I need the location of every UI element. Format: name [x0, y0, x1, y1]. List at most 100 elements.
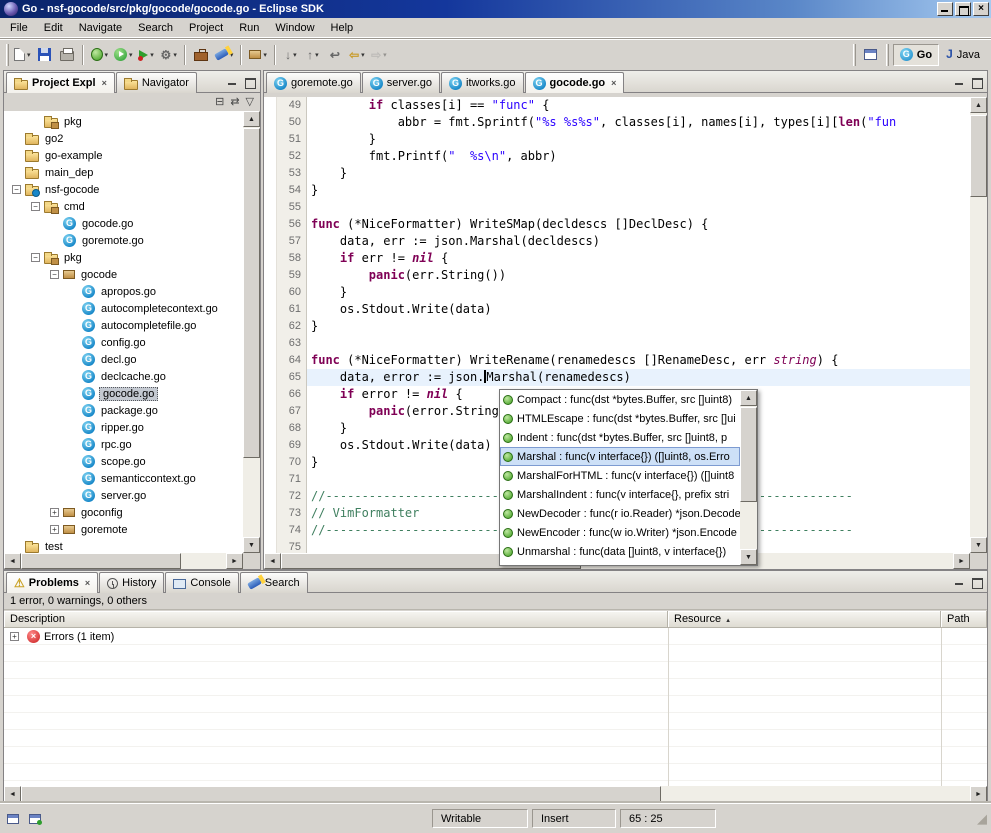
save-button[interactable]: [34, 43, 56, 67]
maximize-view-button[interactable]: [969, 575, 984, 588]
code-line[interactable]: 54}: [277, 182, 970, 199]
link-with-editor-icon[interactable]: ⇄: [230, 95, 239, 109]
completion-item[interactable]: MarshalForHTML : func(v interface{}) ([]…: [500, 466, 740, 485]
dropdown-arrow-icon[interactable]: ▾: [293, 51, 297, 59]
view-menu-icon[interactable]: ▽: [246, 95, 254, 109]
toolbar-drag-handle[interactable]: [6, 44, 9, 66]
tree-item-go2[interactable]: go2: [4, 130, 244, 147]
toolbox-button[interactable]: [190, 43, 212, 67]
collapse-all-icon[interactable]: ⊟: [215, 95, 224, 109]
code-line[interactable]: 62}: [277, 318, 970, 335]
code-line[interactable]: 49 if classes[i] == "func" {: [277, 97, 970, 114]
minimize-button[interactable]: [937, 2, 953, 16]
view-tab-console[interactable]: Console: [165, 572, 238, 593]
next-annotation-button[interactable]: ↓▾: [280, 43, 302, 67]
menu-navigate[interactable]: Navigate: [71, 20, 130, 36]
tree-item-ripper-go[interactable]: Gripper.go: [4, 419, 244, 436]
tree-item-main-dep[interactable]: main_dep: [4, 164, 244, 181]
scroll-left-icon[interactable]: [4, 553, 21, 569]
resize-grip[interactable]: ◢: [977, 812, 987, 825]
tree-item-goconfig[interactable]: +goconfig: [4, 504, 244, 521]
dropdown-arrow-icon[interactable]: ▾: [173, 51, 177, 59]
completion-item[interactable]: Unmarshal : func(data []uint8, v interfa…: [500, 542, 740, 561]
view-tab-project-expl[interactable]: Project Expl: [6, 72, 115, 93]
completion-item[interactable]: MarshalIndent : func(v interface{}, pref…: [500, 485, 740, 504]
editor-tab-server-go[interactable]: Gserver.go: [362, 72, 440, 93]
editor-tab-itworks-go[interactable]: Gitworks.go: [441, 72, 524, 93]
dropdown-arrow-icon[interactable]: ▾: [129, 51, 133, 59]
code-line[interactable]: 61 os.Stdout.Write(data): [277, 301, 970, 318]
scroll-left-icon[interactable]: [264, 553, 281, 569]
tree-item-go-example[interactable]: go-example: [4, 147, 244, 164]
editor-tab-goremote-go[interactable]: Ggoremote.go: [266, 72, 361, 93]
expand-icon[interactable]: +: [10, 632, 23, 641]
code-line[interactable]: 63: [277, 335, 970, 352]
menu-window[interactable]: Window: [267, 20, 322, 36]
view-tab-problems[interactable]: ⚠Problems: [6, 572, 98, 593]
dropdown-arrow-icon[interactable]: ▾: [263, 51, 267, 59]
tree-item-gocode-go[interactable]: Ggocode.go: [4, 215, 244, 232]
tree-item-goremote[interactable]: +goremote: [4, 521, 244, 538]
completion-item[interactable]: Compact : func(dst *bytes.Buffer, src []…: [500, 390, 740, 409]
fast-view-button[interactable]: [4, 811, 22, 827]
search-button[interactable]: ▾: [212, 43, 237, 67]
close-icon[interactable]: [611, 78, 616, 88]
minimize-view-button[interactable]: [225, 75, 240, 88]
menu-file[interactable]: File: [2, 20, 36, 36]
external-tools-button[interactable]: ⚙▾: [158, 43, 180, 67]
tree-item-apropos-go[interactable]: Gapropos.go: [4, 283, 244, 300]
dropdown-arrow-icon[interactable]: ▾: [150, 51, 154, 59]
expand-icon[interactable]: +: [50, 508, 63, 517]
code-line[interactable]: 50 abbr = fmt.Sprintf("%s %s%s", classes…: [277, 114, 970, 131]
scroll-right-icon[interactable]: [226, 553, 243, 569]
code-line[interactable]: 64func (*NiceFormatter) WriteRename(rena…: [277, 352, 970, 369]
tree-item-gocode-go[interactable]: Ggocode.go: [4, 385, 244, 402]
code-line[interactable]: 51 }: [277, 131, 970, 148]
maximize-view-button[interactable]: [242, 75, 257, 88]
scroll-down-icon[interactable]: [243, 537, 260, 553]
dropdown-arrow-icon[interactable]: ▾: [105, 51, 109, 59]
perspective-go[interactable]: GGo: [893, 44, 939, 66]
collapse-icon[interactable]: −: [50, 270, 63, 279]
completion-item[interactable]: HTMLEscape : func(dst *bytes.Buffer, src…: [500, 409, 740, 428]
editor-scroll-thumb[interactable]: [970, 115, 987, 197]
open-perspective-button[interactable]: [860, 43, 882, 67]
code-line[interactable]: 59 panic(err.String()): [277, 267, 970, 284]
completion-item[interactable]: NewDecoder : func(r io.Reader) *json.Dec…: [500, 504, 740, 523]
minimize-view-button[interactable]: [952, 575, 967, 588]
code-line[interactable]: 60 }: [277, 284, 970, 301]
debug-button[interactable]: ▾: [88, 43, 112, 67]
tree-item-gocode[interactable]: −gocode: [4, 266, 244, 283]
problems-row[interactable]: +×Errors (1 item): [4, 628, 987, 645]
tree-item-config-go[interactable]: Gconfig.go: [4, 334, 244, 351]
scroll-left-icon[interactable]: [4, 786, 21, 802]
tree-item-rpc-go[interactable]: Grpc.go: [4, 436, 244, 453]
view-tab-navigator[interactable]: Navigator: [116, 72, 197, 93]
view-tab-search[interactable]: Search: [240, 572, 308, 593]
minimize-view-button[interactable]: [952, 75, 967, 88]
dropdown-arrow-icon[interactable]: ▾: [27, 51, 31, 59]
menu-run[interactable]: Run: [231, 20, 267, 36]
code-line[interactable]: 57 data, err := json.Marshal(decldescs): [277, 233, 970, 250]
forward-button[interactable]: ⇨▾: [368, 43, 390, 67]
code-line[interactable]: 56func (*NiceFormatter) WriteSMap(declde…: [277, 216, 970, 233]
tree-item-nsf-gocode[interactable]: −nsf-gocode: [4, 181, 244, 198]
dropdown-arrow-icon[interactable]: ▾: [383, 51, 387, 59]
explorer-vertical-scrollbar[interactable]: [243, 111, 260, 553]
code-line[interactable]: 58 if err != nil {: [277, 250, 970, 267]
completion-item[interactable]: NewEncoder : func(w io.Writer) *json.Enc…: [500, 523, 740, 542]
tree-item-server-go[interactable]: Gserver.go: [4, 487, 244, 504]
previous-annotation-button[interactable]: ↑▾: [302, 43, 324, 67]
completion-item[interactable]: Indent : func(dst *bytes.Buffer, src []u…: [500, 428, 740, 447]
new-button[interactable]: ▾: [11, 43, 34, 67]
tree-item-scope-go[interactable]: Gscope.go: [4, 453, 244, 470]
column-header-path[interactable]: Path: [941, 611, 987, 628]
maximize-view-button[interactable]: [969, 75, 984, 88]
close-button[interactable]: ×: [973, 2, 989, 16]
code-line[interactable]: 52 fmt.Printf(" %s\n", abbr): [277, 148, 970, 165]
problems-horizontal-scrollbar[interactable]: [4, 786, 987, 802]
close-icon[interactable]: [85, 578, 90, 588]
popup-scrollbar[interactable]: [740, 390, 757, 565]
code-line[interactable]: 53 }: [277, 165, 970, 182]
popup-scroll-thumb[interactable]: [740, 407, 757, 502]
